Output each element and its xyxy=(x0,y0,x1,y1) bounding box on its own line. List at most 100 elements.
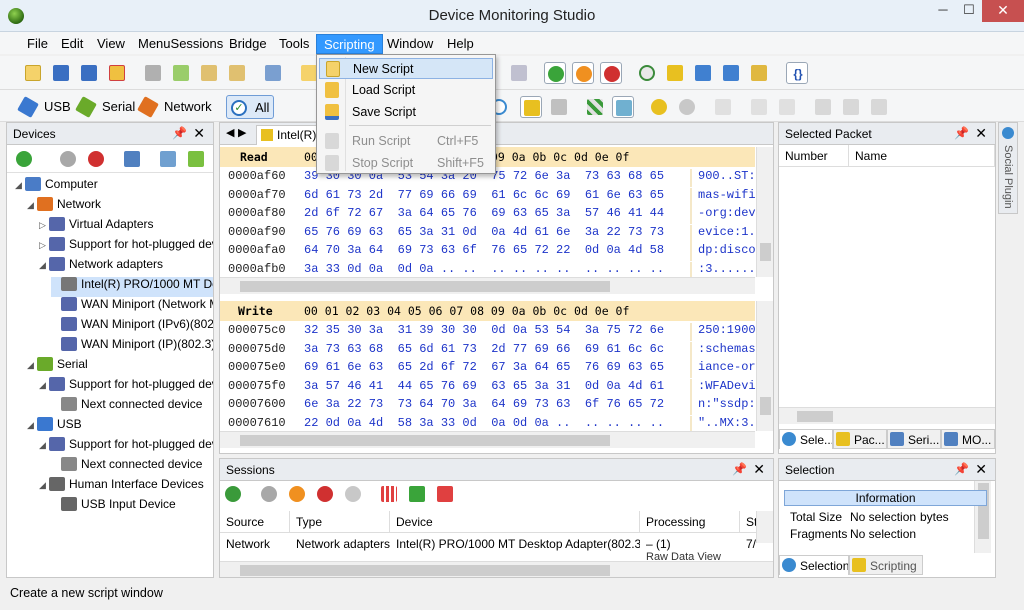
tab-scroll-left-icon[interactable]: ◀ xyxy=(226,126,234,139)
graph-button-2[interactable] xyxy=(748,96,770,118)
tree-node[interactable]: ◢ Human Interface Devices xyxy=(39,477,213,497)
new-document-button[interactable] xyxy=(22,62,44,84)
save-button[interactable] xyxy=(50,62,72,84)
session-settings-button[interactable] xyxy=(222,483,244,505)
cut-button[interactable] xyxy=(142,62,164,84)
tree-node[interactable]: ◢ USB xyxy=(27,417,213,437)
tab-modbus[interactable]: MO... xyxy=(941,429,995,449)
menu-tools[interactable]: Tools xyxy=(272,34,316,54)
pin-icon[interactable]: 📌 xyxy=(954,126,969,140)
graph-button-1[interactable] xyxy=(712,96,734,118)
collapse-arrow-icon[interactable]: ◢ xyxy=(27,360,37,371)
menu-view[interactable]: View xyxy=(90,34,132,54)
scroll-thumb[interactable] xyxy=(760,397,771,415)
view-button-1[interactable] xyxy=(520,96,542,118)
close-panel-icon[interactable]: ✕ xyxy=(975,125,987,142)
column-name[interactable]: Name xyxy=(849,145,995,167)
session-device[interactable]: Intel(R) PRO/1000 MT Desktop Adapter(802… xyxy=(390,533,640,555)
export-button-2[interactable] xyxy=(840,96,862,118)
social-plugin-tab[interactable]: Social Plugin xyxy=(998,122,1018,214)
column-processing[interactable]: Processing xyxy=(640,511,740,533)
column-device[interactable]: Device xyxy=(390,511,640,533)
session-remove-button[interactable] xyxy=(434,483,456,505)
tree-node[interactable]: ◢ Network adapters xyxy=(39,257,213,277)
device-play-button[interactable] xyxy=(57,148,79,170)
window-button[interactable] xyxy=(720,62,742,84)
tree-node[interactable]: ◢ Network xyxy=(27,197,213,217)
menu-new-script[interactable]: New Script xyxy=(319,58,493,79)
stop-button[interactable] xyxy=(600,62,622,84)
device-add-node-button[interactable] xyxy=(185,148,207,170)
tree-node[interactable]: ▷ Virtual Adapters xyxy=(39,217,213,237)
session-play-button[interactable] xyxy=(258,483,280,505)
hex-read-hscroll[interactable] xyxy=(220,277,755,294)
molecule-button-2[interactable] xyxy=(676,96,698,118)
column-source[interactable]: Source xyxy=(220,511,290,533)
menu-help[interactable]: Help xyxy=(440,34,481,54)
tree-node[interactable]: ◢ Serial xyxy=(27,357,213,377)
tree-node[interactable]: USB Input Device xyxy=(51,497,213,517)
timer-button[interactable] xyxy=(636,62,658,84)
session-pause-button[interactable] xyxy=(286,483,308,505)
session-close-button[interactable] xyxy=(342,483,364,505)
hex-write-vscroll[interactable] xyxy=(756,301,773,431)
menu-sessions[interactable]: MenuSessions xyxy=(131,34,230,54)
menu-scripting[interactable]: Scripting xyxy=(316,34,383,54)
menu-file[interactable]: File xyxy=(20,34,55,54)
tree-node[interactable]: Next connected device xyxy=(51,457,213,477)
molecule-button-1[interactable] xyxy=(648,96,670,118)
script-button[interactable]: {} xyxy=(786,62,808,84)
hex-read-vscroll[interactable] xyxy=(756,147,773,277)
collapse-arrow-icon[interactable]: ◢ xyxy=(39,440,49,451)
close-button[interactable]: ✕ xyxy=(982,0,1024,22)
minimize-button[interactable]: ─ xyxy=(930,0,956,22)
maximize-button[interactable]: ☐ xyxy=(956,0,982,22)
menu-load-script[interactable]: Load Script xyxy=(319,80,493,101)
device-stop-button[interactable] xyxy=(85,148,107,170)
hex-row[interactable]: 0000afa0 64 70 3a 64 69 73 63 6f 76 65 72… xyxy=(220,243,756,261)
menu-window[interactable]: Window xyxy=(380,34,440,54)
column-number[interactable]: Number xyxy=(779,145,849,167)
expand-arrow-icon[interactable]: ▷ xyxy=(39,240,49,251)
scroll-thumb[interactable] xyxy=(760,243,771,261)
start-button[interactable] xyxy=(544,62,566,84)
pin-icon[interactable]: 📌 xyxy=(954,462,969,476)
menu-run-script[interactable]: Run Script Ctrl+F5 xyxy=(319,131,493,152)
collapse-arrow-icon[interactable]: ◢ xyxy=(27,420,37,431)
graph-button-3[interactable] xyxy=(776,96,798,118)
column-type[interactable]: Type xyxy=(290,511,390,533)
scroll-thumb[interactable] xyxy=(240,281,610,292)
hex-write-hscroll[interactable] xyxy=(220,431,755,448)
export-button-1[interactable] xyxy=(812,96,834,118)
pause-button[interactable] xyxy=(572,62,594,84)
view-button-2[interactable] xyxy=(548,96,570,118)
device-props-button[interactable] xyxy=(121,148,143,170)
print-button[interactable] xyxy=(508,62,530,84)
tree-node[interactable]: ◢ Computer xyxy=(15,177,213,197)
layout-button[interactable] xyxy=(612,96,634,118)
session-source[interactable]: Network xyxy=(220,533,290,555)
mail-button[interactable] xyxy=(748,62,770,84)
close-panel-icon[interactable]: ✕ xyxy=(193,125,205,142)
collapse-arrow-icon[interactable]: ◢ xyxy=(15,180,25,191)
connect-button[interactable] xyxy=(692,62,714,84)
hex-row[interactable]: 000075c0 32 35 30 3a 31 39 30 30 0d 0a 53… xyxy=(220,323,756,341)
filter-serial-button[interactable]: Serial xyxy=(74,95,139,119)
hex-row[interactable]: 0000af80 2d 6f 72 67 3a 64 65 76 69 63 65… xyxy=(220,206,756,224)
tree-node[interactable]: Intel(R) PRO/1000 MT Deskt xyxy=(51,277,213,297)
hex-row[interactable]: 000075d0 3a 73 63 68 65 6d 61 73 2d 77 69… xyxy=(220,341,756,360)
paste-special-button[interactable] xyxy=(226,62,248,84)
filter-network-button[interactable]: Network xyxy=(136,95,216,119)
menu-stop-script[interactable]: Stop Script Shift+F5 xyxy=(319,153,493,174)
scroll-thumb[interactable] xyxy=(797,411,833,422)
session-columns-button[interactable] xyxy=(378,483,400,505)
tree-node[interactable]: ◢ Support for hot-plugged devic xyxy=(39,437,213,457)
export-button[interactable] xyxy=(262,62,284,84)
collapse-arrow-icon[interactable]: ◢ xyxy=(39,480,49,491)
tab-selection[interactable]: Selection xyxy=(779,555,849,575)
filter-all-button[interactable]: ✓ All xyxy=(226,95,275,119)
selected-packet-hscroll[interactable] xyxy=(779,407,995,424)
menu-save-script[interactable]: Save Script xyxy=(319,102,493,123)
hex-row[interactable]: 000075e0 69 61 6e 63 65 2d 6f 72 67 3a 64… xyxy=(220,360,756,378)
tab-scripting[interactable]: Scripting xyxy=(849,555,923,575)
